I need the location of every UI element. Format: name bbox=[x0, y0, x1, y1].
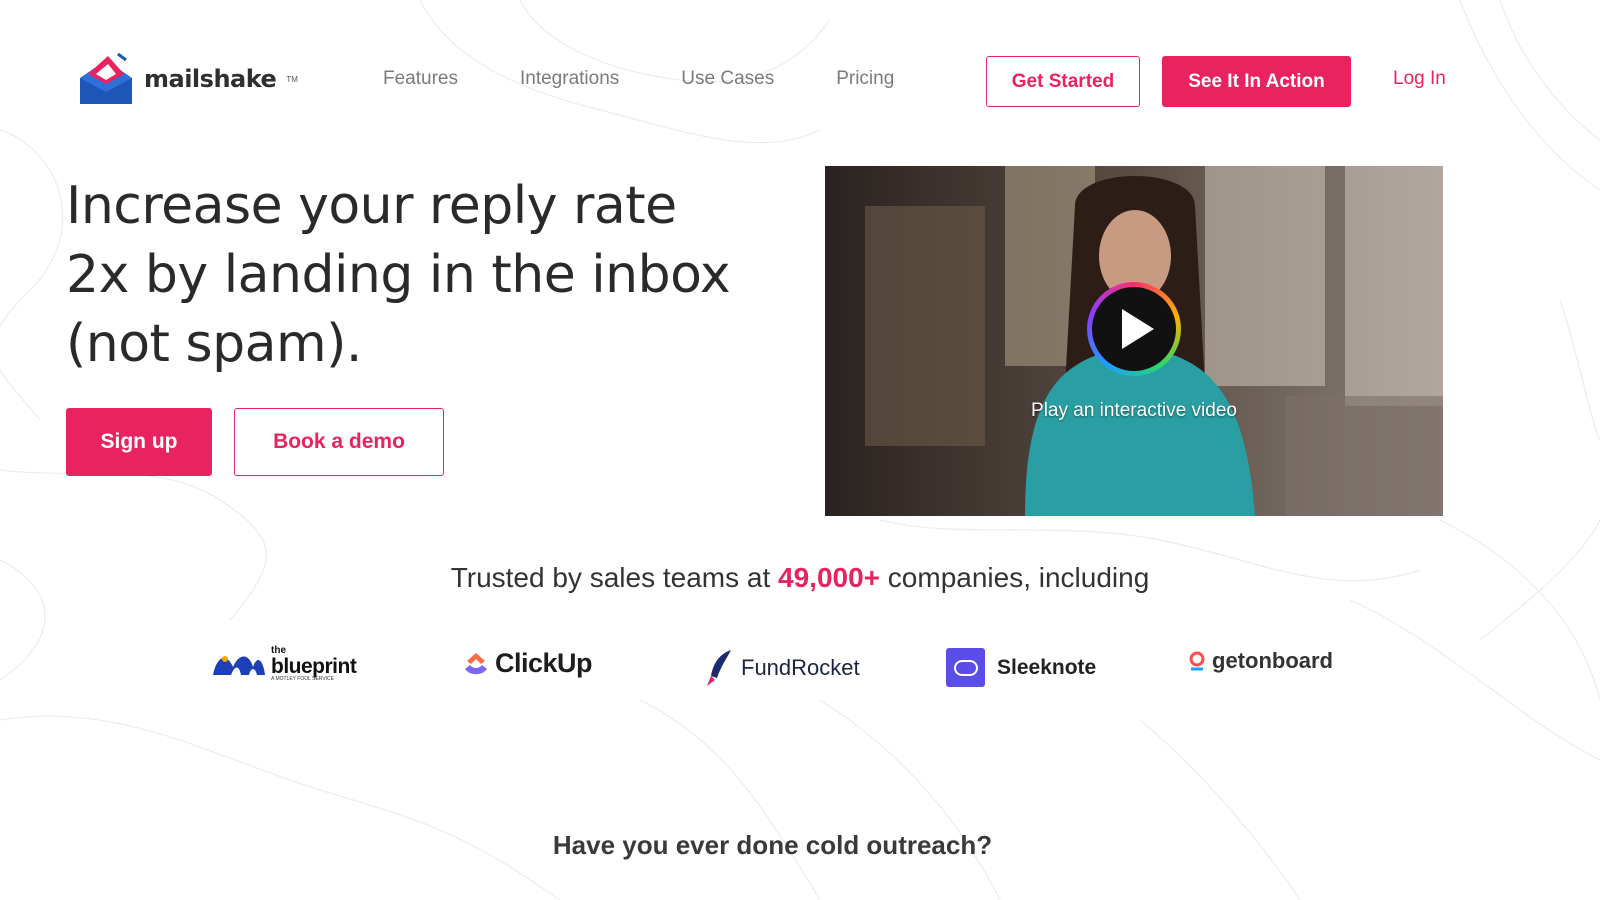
sleeknote-logo: Sleeknote bbox=[946, 648, 1096, 687]
main-nav: Features Integrations Use Cases Pricing bbox=[383, 68, 894, 90]
hero-title-line-2: 2x by landing in the inbox bbox=[66, 245, 731, 305]
trusted-prefix: Trusted by sales teams at bbox=[450, 562, 779, 593]
sleeknote-text: Sleeknote bbox=[997, 655, 1097, 679]
logo-text: mailshake bbox=[144, 65, 277, 93]
rocket-icon bbox=[707, 650, 731, 686]
blueprint-logo: the blueprint A MOTLEY FOOL SERVICE bbox=[213, 646, 357, 682]
blueprint-subtext: A MOTLEY FOOL SERVICE bbox=[271, 676, 334, 682]
book-demo-button[interactable]: Book a demo bbox=[234, 408, 444, 476]
clickup-logo: ClickUp bbox=[463, 648, 593, 679]
clickup-text: ClickUp bbox=[495, 648, 593, 678]
nav-pricing[interactable]: Pricing bbox=[836, 68, 894, 90]
customer-logos: the blueprint A MOTLEY FOOL SERVICE Clic… bbox=[0, 640, 1600, 700]
getonboard-text: getonboard bbox=[1212, 648, 1333, 673]
getonboard-icon bbox=[1189, 651, 1205, 671]
hero-title: Increase your reply rate 2x by landing i… bbox=[66, 172, 786, 379]
sign-up-button[interactable]: Sign up bbox=[66, 408, 212, 476]
fundrocket-logo: FundRocket bbox=[705, 648, 860, 688]
clickup-icon bbox=[465, 652, 487, 674]
trusted-suffix: companies, including bbox=[880, 562, 1150, 593]
blueprint-text: blueprint bbox=[271, 655, 357, 678]
log-in-link[interactable]: Log In bbox=[1393, 68, 1446, 90]
video-player[interactable]: Play an interactive video bbox=[825, 166, 1443, 516]
nav-features[interactable]: Features bbox=[383, 68, 458, 90]
video-caption: Play an interactive video bbox=[1031, 400, 1237, 421]
mailshake-envelope-icon bbox=[80, 52, 132, 104]
fundrocket-text: FundRocket bbox=[741, 655, 860, 680]
trusted-by-text: Trusted by sales teams at 49,000+ compan… bbox=[0, 562, 1600, 594]
see-it-in-action-button[interactable]: See It In Action bbox=[1162, 56, 1351, 107]
play-button-inner bbox=[1092, 287, 1176, 371]
mailshake-logo[interactable]: mailshake TM bbox=[78, 52, 298, 106]
section-heading: Have you ever done cold outreach? bbox=[552, 830, 993, 860]
blueprint-icon bbox=[213, 656, 265, 675]
play-icon bbox=[1122, 309, 1154, 349]
logo-trademark: TM bbox=[286, 74, 298, 84]
get-started-button[interactable]: Get Started bbox=[986, 56, 1140, 107]
nav-integrations[interactable]: Integrations bbox=[520, 68, 619, 90]
nav-use-cases[interactable]: Use Cases bbox=[681, 68, 774, 90]
sleeknote-icon bbox=[946, 648, 985, 687]
hero-title-line-1: Increase your reply rate bbox=[66, 176, 677, 236]
hero-title-line-3: (not spam). bbox=[66, 314, 362, 374]
getonboard-logo: getonboard bbox=[1188, 648, 1333, 674]
play-button[interactable] bbox=[1087, 282, 1181, 376]
company-count: 49,000+ bbox=[778, 562, 881, 593]
